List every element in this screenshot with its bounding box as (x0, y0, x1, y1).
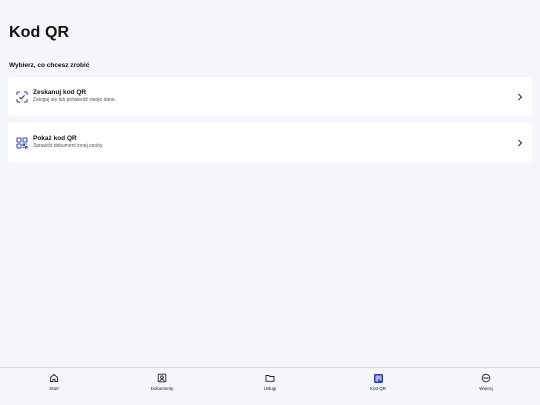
more-icon (481, 373, 491, 383)
show-qr-option[interactable]: Pokaż kod QR Sprawdź dokument innej osob… (8, 123, 532, 162)
tab-wiecej[interactable]: Więcej (446, 368, 526, 405)
scan-qr-title: Zeskanuj kod QR (33, 89, 87, 96)
folder-icon (265, 373, 275, 383)
tab-label: Więcej (479, 386, 493, 391)
tab-label: Dokumenty (150, 386, 174, 391)
home-icon (49, 373, 59, 383)
page-title: Kod QR (9, 24, 70, 41)
bottom-tab-bar: Start Dokumenty Usługi Kod QR Więcej (0, 367, 540, 405)
tab-dokumenty[interactable]: Dokumenty (122, 368, 202, 405)
chevron-right-icon (516, 139, 524, 147)
id-card-icon (157, 373, 167, 383)
chevron-right-icon (516, 93, 524, 101)
tab-uslugi[interactable]: Usługi (230, 368, 310, 405)
qr-page: Kod QR Wybierz, co chcesz zrobić Zeskanu… (0, 0, 540, 405)
show-qr-texts: Pokaż kod QR Sprawdź dokument innej osob… (33, 135, 104, 150)
tab-start[interactable]: Start (14, 368, 94, 405)
scan-qr-description: Zaloguj się lub potwierdź swoje dane. (33, 97, 117, 103)
page-subtitle: Wybierz, co chcesz zrobić (9, 62, 90, 69)
scan-qr-option[interactable]: Zeskanuj kod QR Zaloguj się lub potwierd… (8, 77, 532, 116)
scan-qr-icon (16, 91, 28, 103)
show-qr-description: Sprawdź dokument innej osoby. (33, 143, 104, 149)
tab-label: Start (49, 386, 59, 391)
scan-qr-texts: Zeskanuj kod QR Zaloguj się lub potwierd… (33, 89, 116, 104)
tab-kod-qr[interactable]: Kod QR (338, 368, 418, 405)
tab-label: Kod QR (369, 386, 386, 391)
qr-code-icon (373, 373, 383, 383)
qr-code-icon (16, 137, 28, 149)
show-qr-title: Pokaż kod QR (33, 135, 77, 142)
tab-label: Usługi (263, 386, 277, 391)
